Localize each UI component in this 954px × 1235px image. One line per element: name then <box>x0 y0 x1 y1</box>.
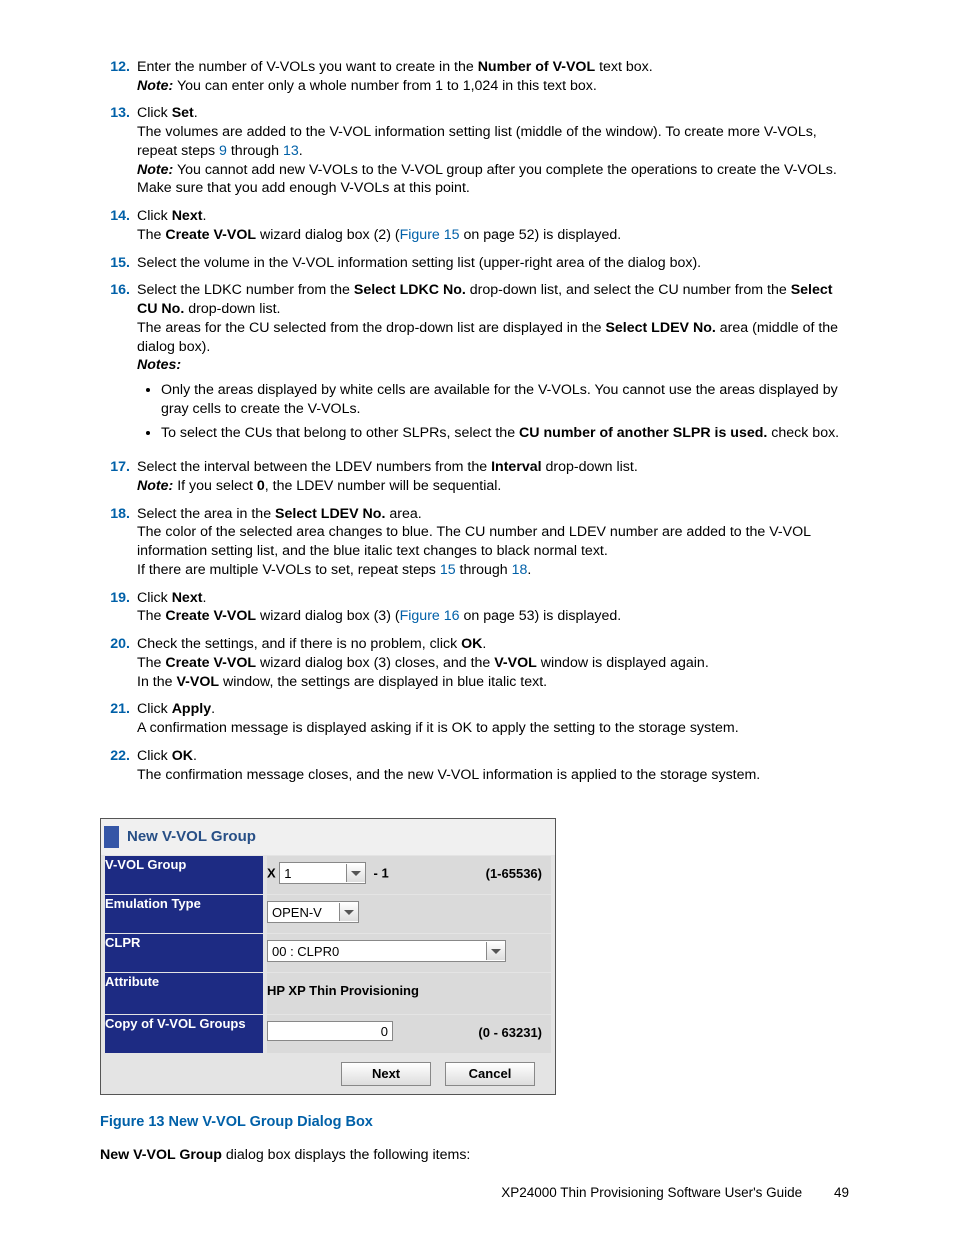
attribute-value: HP XP Thin Provisioning <box>267 983 419 998</box>
step-body: Click Next.The Create V-VOL wizard dialo… <box>137 589 849 626</box>
vvol-suffix: - 1 <box>374 866 389 881</box>
vvol-range-hint: (1-65536) <box>486 865 542 882</box>
step-bullet: Only the areas displayed by white cells … <box>161 381 849 418</box>
footer-doc-title: XP24000 Thin Provisioning Software User'… <box>501 1185 802 1200</box>
step-number: 13. <box>100 104 130 198</box>
step-body: Click Apply.A confirmation message is di… <box>137 700 849 737</box>
step-number: 14. <box>100 207 130 244</box>
step-body: Click Next.The Create V-VOL wizard dialo… <box>137 207 849 244</box>
label-attribute: Attribute <box>105 973 263 1014</box>
step-body: Select the LDKC number from the Select L… <box>137 281 849 449</box>
label-copy-groups: Copy of V-VOL Groups <box>105 1015 263 1053</box>
ordered-steps-list: 12.Enter the number of V-VOLs you want t… <box>100 58 849 784</box>
step-body: Select the volume in the V-VOL informati… <box>137 254 849 273</box>
chevron-down-icon[interactable] <box>486 942 505 960</box>
label-vvol-group: V-VOL Group <box>105 856 263 894</box>
copy-groups-input[interactable] <box>267 1021 393 1041</box>
emulation-type-select[interactable] <box>267 901 359 923</box>
new-vvol-group-dialog: New V-VOL Group V-VOL Group X - 1 (1-655… <box>100 818 556 1095</box>
page-footer: XP24000 Thin Provisioning Software User'… <box>100 1184 849 1202</box>
figure-caption: Figure 13 New V-VOL Group Dialog Box <box>100 1113 849 1132</box>
chevron-down-icon[interactable] <box>346 864 365 882</box>
label-clpr: CLPR <box>105 934 263 972</box>
step-number: 21. <box>100 700 130 737</box>
vvol-prefix: X <box>267 866 276 881</box>
clpr-input[interactable] <box>268 942 486 960</box>
step-body: Select the area in the Select LDEV No. a… <box>137 505 849 580</box>
vvol-group-input[interactable] <box>280 864 346 882</box>
clpr-select[interactable] <box>267 940 506 962</box>
emulation-type-input[interactable] <box>268 903 339 921</box>
label-emulation-type: Emulation Type <box>105 895 263 933</box>
step-number: 22. <box>100 747 130 784</box>
step-number: 16. <box>100 281 130 449</box>
step-body: Click Set.The volumes are added to the V… <box>137 104 849 198</box>
chevron-down-icon[interactable] <box>339 903 358 921</box>
step-body: Check the settings, and if there is no p… <box>137 635 849 691</box>
step-number: 20. <box>100 635 130 691</box>
vvol-group-select[interactable] <box>279 862 366 884</box>
step-number: 19. <box>100 589 130 626</box>
step-number: 17. <box>100 458 130 495</box>
step-body: Enter the number of V-VOLs you want to c… <box>137 58 849 95</box>
step-bullet: To select the CUs that belong to other S… <box>161 424 849 443</box>
step-number: 18. <box>100 505 130 580</box>
step-number: 12. <box>100 58 130 95</box>
next-button[interactable]: Next <box>341 1062 431 1086</box>
step-body: Select the interval between the LDEV num… <box>137 458 849 495</box>
dialog-title: New V-VOL Group <box>127 827 256 847</box>
after-figure-text: New V-VOL Group dialog box displays the … <box>100 1146 849 1165</box>
step-body: Click OK.The confirmation message closes… <box>137 747 849 784</box>
dialog-title-bar: New V-VOL Group <box>101 819 555 855</box>
footer-page-number: 49 <box>834 1185 849 1200</box>
copy-range-hint: (0 - 63231) <box>478 1024 542 1041</box>
step-number: 15. <box>100 254 130 273</box>
cancel-button[interactable]: Cancel <box>445 1062 535 1086</box>
